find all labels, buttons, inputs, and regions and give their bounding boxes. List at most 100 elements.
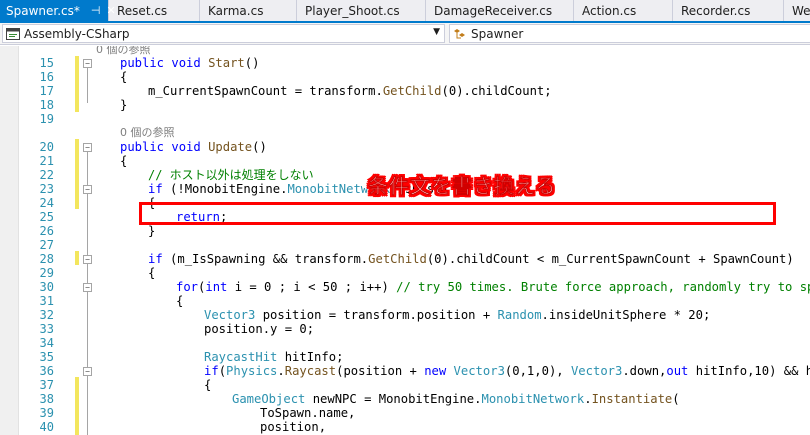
tab-weapon[interactable]: Weap xyxy=(784,0,810,21)
line-number: 19 xyxy=(39,112,54,126)
code-text: GameObject newNPC = MonobitEngine.Monobi… xyxy=(232,392,680,406)
fold-toggle-icon[interactable]: − xyxy=(83,185,92,194)
code-text: RaycastHit hitInfo; xyxy=(204,350,343,364)
method-name: GetChild xyxy=(368,252,427,266)
line-number: 28 xyxy=(39,252,54,266)
method-name: Raycast xyxy=(284,364,337,378)
tab-damage-receiver[interactable]: DamageReceiver.cs xyxy=(426,0,574,21)
keyword: void xyxy=(171,56,201,70)
code-text: } xyxy=(120,98,128,112)
method-name: Instantiate xyxy=(591,392,673,406)
fold-toggle-icon[interactable]: − xyxy=(83,283,92,292)
line-number: 22 xyxy=(39,168,54,182)
line-number: 38 xyxy=(39,392,54,406)
code-token: .insideUnitSphere * 20; xyxy=(541,308,711,322)
line-number: 35 xyxy=(39,350,54,364)
navigation-bar: Assembly-CSharp ▼ Spawner xyxy=(0,23,810,45)
fold-toggle-icon[interactable]: − xyxy=(83,367,92,376)
code-token: (0).childCount; xyxy=(441,84,552,98)
type-name: RaycastHit xyxy=(204,350,278,364)
code-line-28: 28 − if (m_IsSpawning && transform.GetCh… xyxy=(0,252,810,266)
class-dropdown[interactable]: Spawner xyxy=(449,24,810,43)
line-number: 37 xyxy=(39,378,54,392)
type-name: GameObject xyxy=(232,392,306,406)
code-text: { xyxy=(204,378,212,392)
pin-icon[interactable]: ⊣ xyxy=(88,4,104,17)
keyword: out xyxy=(666,364,689,378)
line-number: 15 xyxy=(39,56,54,70)
line-number: 29 xyxy=(39,266,54,280)
line-number: 17 xyxy=(39,84,54,98)
tab-action[interactable]: Action.cs xyxy=(574,0,673,21)
keyword: if xyxy=(148,182,163,196)
code-token: (m_IsSpawning && transform. xyxy=(162,252,369,266)
chevron-down-icon[interactable]: ▼ xyxy=(433,27,440,37)
line-number: 34 xyxy=(39,336,54,350)
line-number: 24 xyxy=(39,196,54,210)
type-name: Vector3 xyxy=(453,364,505,378)
code-token: (!MonobitEngine. xyxy=(162,182,288,196)
tab-label: Player_Shoot.cs xyxy=(305,3,400,18)
code-token: ( xyxy=(218,364,227,378)
code-line-15: 15 − public void Start() xyxy=(0,56,810,70)
type-name: Random xyxy=(497,308,542,322)
fold-toggle-icon[interactable]: − xyxy=(83,59,92,68)
tab-label: Recorder.cs xyxy=(681,3,751,18)
code-token: () xyxy=(244,56,260,70)
fold-toggle-icon[interactable]: − xyxy=(83,255,92,264)
line-number: 31 xyxy=(39,294,54,308)
method-name: Update xyxy=(208,140,253,154)
code-line-27: 27 xyxy=(0,238,810,252)
code-text: position, xyxy=(260,420,327,434)
code-comment: // ホスト以外は処理をしない xyxy=(148,168,314,182)
code-line-37: 37 { xyxy=(0,378,810,392)
line-number: 20 xyxy=(39,140,54,154)
code-token: () xyxy=(252,140,267,154)
keyword: if xyxy=(148,252,163,266)
tab-player-shoot[interactable]: Player_Shoot.cs xyxy=(297,0,426,21)
code-line-31: 31 { xyxy=(0,294,810,308)
code-line-20: 20 − public void Update() xyxy=(0,140,810,154)
class-name: Spawner xyxy=(471,26,524,41)
reference-count-lens[interactable]: 0 個の参照 xyxy=(120,126,175,140)
annotation-label: 条件文を書き換える xyxy=(368,174,557,198)
line-number: 26 xyxy=(39,224,54,238)
type-name: Physics xyxy=(226,364,278,378)
code-text: if(Physics.Raycast(position + new Vector… xyxy=(204,364,810,378)
code-token: position = transform.position + xyxy=(255,308,498,322)
code-text: { xyxy=(120,70,128,84)
code-line-36: 36 − if(Physics.Raycast(position + new V… xyxy=(0,364,810,378)
tab-label: Action.cs xyxy=(582,3,637,18)
code-token: newNPC = MonobitEngine. xyxy=(305,392,482,406)
project-dropdown[interactable]: Assembly-CSharp ▼ xyxy=(2,24,445,43)
tab-reset[interactable]: Reset.cs xyxy=(109,0,200,21)
method-name: GetChild xyxy=(382,84,442,98)
code-text: { xyxy=(148,266,156,280)
code-token: . xyxy=(277,364,285,378)
tab-karma[interactable]: Karma.cs xyxy=(200,0,297,21)
tab-label: Weap xyxy=(792,3,810,18)
code-text: Vector3 position = transform.position + … xyxy=(204,308,710,322)
fold-toggle-icon[interactable]: − xyxy=(83,143,92,152)
keyword: public xyxy=(120,56,165,70)
csharp-project-icon xyxy=(6,27,20,40)
type-name: Vector3 xyxy=(570,364,623,378)
code-line-40: 40 position, xyxy=(0,420,810,434)
keyword: public xyxy=(120,140,165,154)
code-text: if (m_IsSpawning && transform.GetChild(0… xyxy=(148,252,794,266)
code-token: ( xyxy=(672,392,680,406)
code-text: } xyxy=(148,224,156,238)
code-line-26: 26 } xyxy=(0,224,810,238)
line-number: 40 xyxy=(39,420,54,434)
tab-label: Spawner.cs* xyxy=(6,3,80,18)
code-token: (position + xyxy=(336,364,425,378)
keyword: int xyxy=(205,280,228,294)
keyword: new xyxy=(424,364,447,378)
tab-spawner[interactable]: Spawner.cs* ⊣ ✕ xyxy=(0,0,116,21)
tab-recorder[interactable]: Recorder.cs xyxy=(673,0,784,21)
keyword: void xyxy=(171,140,201,154)
document-tab-strip: Spawner.cs* ⊣ ✕ Reset.cs Karma.cs Player… xyxy=(0,0,810,23)
code-editor[interactable]: 0 個の参照 15 − public void Start() 16 { 17 … xyxy=(0,46,810,435)
code-text: { xyxy=(176,294,184,308)
